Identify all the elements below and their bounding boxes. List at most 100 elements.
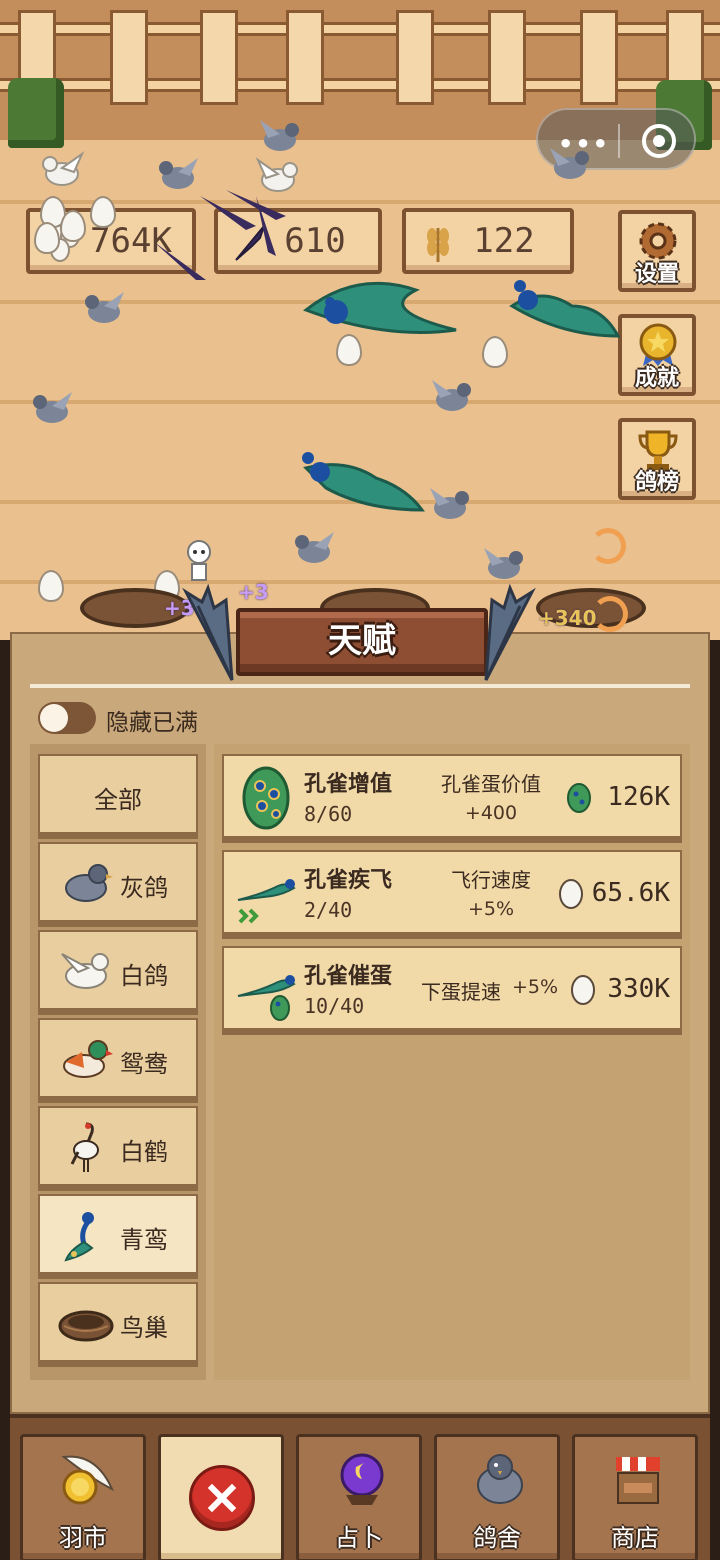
- talent-name: 孔雀疾飞: [304, 868, 393, 893]
- pigeon-sprite[interactable]: [28, 384, 76, 432]
- grain-counter: 122: [402, 208, 574, 274]
- category-mandarin-duck[interactable]: 鸳鸯: [38, 1018, 198, 1098]
- category-label: 全部: [94, 786, 142, 814]
- talent-row[interactable]: 孔雀催蛋 10/40 下蛋提速 +5% 330K: [222, 946, 682, 1030]
- peacock-egg-icon: [242, 766, 290, 830]
- achievements-button[interactable]: 成就: [618, 314, 696, 396]
- peacock-sprite[interactable]: [502, 276, 622, 346]
- category-label: 白鹤: [120, 1138, 168, 1166]
- talent-effect: 孔雀蛋价值: [441, 772, 541, 796]
- floating-gain-text: +3: [238, 580, 269, 604]
- talent-name: 孔雀增值: [304, 772, 393, 797]
- leaderboard-button[interactable]: 鸽榜: [618, 418, 696, 500]
- bush: [8, 78, 64, 148]
- toggle-knob: [40, 704, 68, 732]
- peacock-egg-laying-icon: [237, 975, 296, 1021]
- grain-count: 122: [473, 221, 535, 261]
- keeper-character[interactable]: [184, 540, 214, 586]
- nav-shop[interactable]: 商店: [572, 1434, 698, 1560]
- talent-price: 330K: [607, 974, 670, 1004]
- talent-effect: 下蛋提速: [421, 980, 501, 1004]
- egg-icon: [559, 879, 583, 909]
- egg-icon: [571, 975, 595, 1005]
- pigeon-sprite[interactable]: [546, 140, 594, 188]
- category-list[interactable]: 全部 灰鸽 白鸽 鸳鸯 白鹤 青鸾 鸟巢: [30, 744, 206, 1380]
- shop-stall-icon: [616, 1457, 660, 1504]
- peacock-sprite[interactable]: [296, 448, 426, 518]
- talent-effect: 飞行速度: [451, 868, 531, 892]
- talent-name: 孔雀催蛋: [304, 964, 393, 989]
- bottom-nav: 羽市 占卜 鸽舍 商店: [10, 1414, 710, 1560]
- talent-row[interactable]: 孔雀增值 8/60 孔雀蛋价值 +400 126K: [222, 754, 682, 838]
- nav-close[interactable]: [158, 1434, 284, 1560]
- peacock-sprite[interactable]: [296, 270, 466, 350]
- nav-label: 羽市: [59, 1524, 107, 1552]
- pigeon-sprite[interactable]: [426, 480, 474, 528]
- talent-level: 2/40: [304, 898, 353, 922]
- nest-icon: [58, 1310, 114, 1342]
- leaderboard-label: 鸽榜: [634, 470, 679, 495]
- loading-spinner: [590, 528, 626, 564]
- white-crane-icon: [70, 1122, 99, 1172]
- talent-price: 65.6K: [591, 878, 670, 908]
- category-qingluan[interactable]: 青鸾: [38, 1194, 198, 1274]
- feather-ornament-left: [182, 583, 234, 681]
- falling-feather-sprite[interactable]: [196, 186, 296, 266]
- qingluan-icon: [64, 1212, 94, 1262]
- pigeon-sprite[interactable]: [428, 372, 476, 420]
- talent-level: 10/40: [304, 994, 365, 1018]
- pigeon-sprite[interactable]: [154, 150, 202, 198]
- talent-effect-value: +400: [464, 802, 518, 824]
- nav-divination[interactable]: 占卜: [296, 1434, 422, 1560]
- category-nest[interactable]: 鸟巢: [38, 1282, 198, 1362]
- category-white-crane[interactable]: 白鹤: [38, 1106, 198, 1186]
- egg[interactable]: [90, 196, 116, 228]
- crystal-ball-icon: [340, 1453, 384, 1505]
- mandarin-duck-icon: [63, 1040, 113, 1078]
- close-target-icon[interactable]: [642, 124, 676, 158]
- category-all[interactable]: 全部: [38, 754, 198, 834]
- settings-label: 设置: [634, 262, 679, 287]
- category-label: 白鸽: [120, 962, 168, 990]
- panel-title: 天赋: [328, 621, 396, 661]
- peacock-egg-icon: [567, 783, 591, 813]
- hide-full-toggle[interactable]: [38, 702, 96, 734]
- egg[interactable]: [34, 222, 60, 254]
- egg[interactable]: [336, 334, 362, 366]
- game-scene[interactable]: ••• 764K 610 122 设置 成就 鸽榜 +30 +3 +340: [0, 0, 720, 640]
- close-button[interactable]: [189, 1465, 255, 1531]
- category-gray-pigeon[interactable]: 灰鸽: [38, 842, 198, 922]
- settings-button[interactable]: 设置: [618, 210, 696, 292]
- egg[interactable]: [482, 336, 508, 368]
- pigeon-sprite[interactable]: [290, 524, 338, 572]
- category-label: 青鸾: [120, 1226, 168, 1254]
- talent-price: 126K: [607, 782, 670, 812]
- category-white-dove[interactable]: 白鸽: [38, 930, 198, 1010]
- talent-effect-value: +5%: [511, 976, 559, 998]
- falling-feather-sprite[interactable]: [150, 236, 210, 286]
- egg[interactable]: [60, 210, 86, 242]
- hide-full-label: 隐藏已满: [106, 710, 198, 736]
- talent-list[interactable]: 孔雀增值 8/60 孔雀蛋价值 +400 126K 孔雀疾飞 2/40 飞行速度…: [214, 744, 690, 1380]
- peacock-speed-icon: [237, 879, 296, 924]
- talent-row[interactable]: 孔雀疾飞 2/40 飞行速度 +5% 65.6K: [222, 850, 682, 934]
- nav-label: 占卜: [335, 1524, 383, 1552]
- nav-dovecote[interactable]: 鸽舍: [434, 1434, 560, 1560]
- white-dove-sprite[interactable]: [38, 146, 86, 194]
- category-label: 灰鸽: [120, 874, 168, 902]
- category-label: 鸳鸯: [120, 1050, 168, 1078]
- pigeon-sprite[interactable]: [80, 284, 128, 332]
- achievements-label: 成就: [634, 366, 679, 391]
- category-label: 鸟巢: [120, 1314, 168, 1342]
- wheat-icon: [427, 228, 449, 262]
- pigeon-sprite[interactable]: [480, 540, 528, 588]
- pigeon-icon: [477, 1454, 523, 1504]
- nav-feather-market[interactable]: 羽市: [20, 1434, 146, 1560]
- talent-effect-value: +5%: [467, 898, 515, 920]
- nav-label: 商店: [611, 1524, 659, 1552]
- feather-ornament-right: [484, 583, 536, 681]
- egg[interactable]: [38, 570, 64, 602]
- panel-title-banner: 天赋: [236, 608, 488, 676]
- white-dove-icon: [61, 953, 109, 989]
- gray-pigeon-icon: [65, 864, 113, 902]
